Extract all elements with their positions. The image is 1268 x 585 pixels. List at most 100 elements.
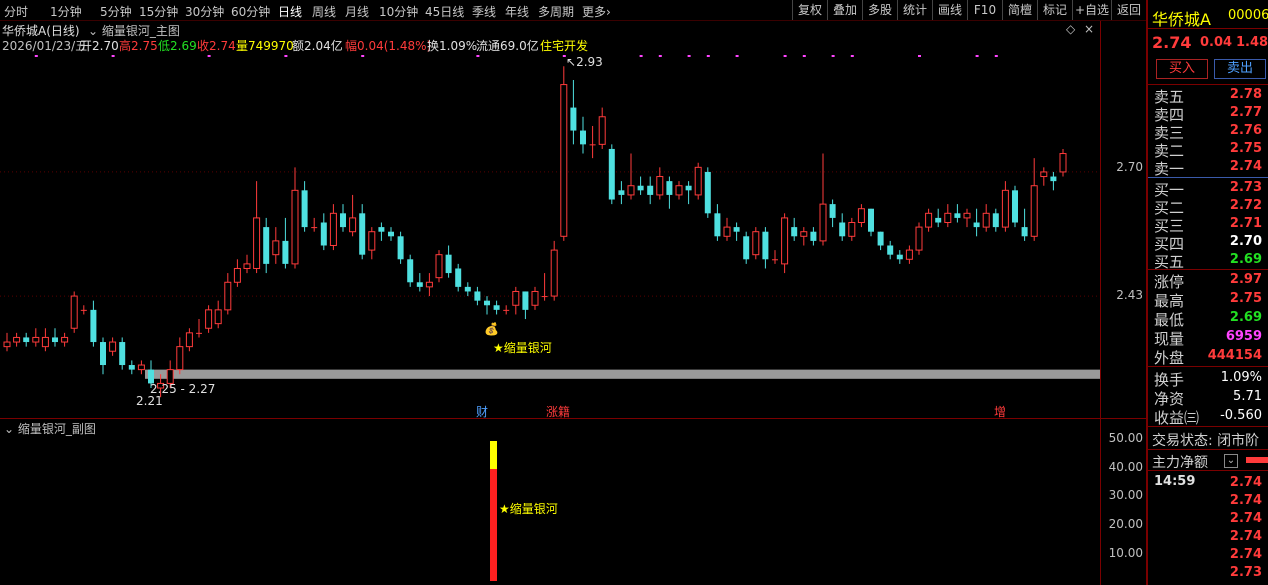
fq-button[interactable]: 复权 [792, 0, 827, 20]
candle[interactable] [474, 286, 481, 306]
candle[interactable] [839, 213, 846, 241]
candle[interactable] [935, 208, 942, 228]
overlay-button[interactable]: 叠加 [827, 0, 862, 20]
candle[interactable] [1059, 148, 1067, 177]
candle[interactable] [185, 328, 193, 352]
candle[interactable] [627, 153, 635, 200]
candle[interactable] [868, 208, 874, 237]
candle[interactable] [675, 181, 683, 200]
candle[interactable] [80, 305, 87, 315]
candle[interactable] [819, 153, 827, 246]
period-tab[interactable]: 多周期 [538, 3, 574, 20]
candle[interactable] [397, 231, 404, 264]
candle[interactable] [224, 273, 232, 315]
candle[interactable] [570, 79, 577, 145]
candle[interactable] [896, 250, 903, 264]
candle[interactable] [925, 208, 933, 232]
candle[interactable] [887, 240, 894, 260]
candle[interactable] [944, 204, 952, 228]
candle[interactable] [320, 213, 327, 251]
close-icon[interactable]: × [1084, 22, 1094, 36]
stats-button[interactable]: 统计 [897, 0, 932, 20]
candle[interactable] [637, 176, 644, 195]
candle[interactable] [752, 227, 760, 260]
candle[interactable] [349, 194, 357, 237]
buy-button[interactable]: 买入 [1156, 59, 1208, 79]
candle[interactable] [282, 217, 289, 269]
candle[interactable] [781, 213, 789, 274]
candle[interactable] [685, 181, 692, 205]
candle[interactable] [311, 217, 318, 232]
candle[interactable] [848, 217, 856, 241]
candle[interactable] [829, 199, 836, 228]
period-tab[interactable]: 周线 [312, 3, 336, 20]
candle[interactable] [52, 328, 58, 347]
candle[interactable] [32, 328, 40, 347]
candle[interactable] [205, 305, 213, 333]
candle[interactable] [233, 259, 241, 287]
sell-button[interactable]: 卖出 [1214, 59, 1266, 79]
candle[interactable] [550, 240, 558, 301]
candle[interactable] [340, 204, 346, 232]
candle[interactable] [877, 231, 884, 251]
period-tab[interactable]: 1分钟 [50, 3, 82, 20]
chevron-down-icon[interactable]: ⌄ [1224, 454, 1238, 468]
candle[interactable] [694, 162, 702, 200]
candle[interactable] [359, 204, 366, 260]
candle[interactable] [214, 300, 222, 329]
candle[interactable] [618, 181, 625, 205]
candle[interactable] [743, 231, 750, 264]
candle[interactable] [61, 332, 69, 347]
candle[interactable] [41, 328, 49, 352]
candle[interactable] [772, 250, 778, 264]
candle[interactable] [445, 245, 452, 278]
candle[interactable] [100, 337, 106, 375]
candle[interactable] [963, 208, 971, 228]
candle[interactable] [580, 116, 586, 154]
mark-button[interactable]: 标记 [1037, 0, 1072, 20]
candle[interactable] [647, 176, 654, 205]
candlestick-chart[interactable] [0, 21, 1100, 418]
candle[interactable] [253, 181, 261, 274]
candle[interactable] [329, 204, 337, 251]
candle[interactable] [272, 227, 280, 264]
candle[interactable] [1030, 158, 1038, 241]
period-tab[interactable]: 15分钟 [139, 3, 178, 20]
sub-indicator-dropdown[interactable]: ⌄ 缩量银河_副图 [4, 420, 96, 437]
candle[interactable] [109, 337, 117, 356]
f10-button[interactable]: F10 [967, 0, 1002, 20]
candle[interactable] [1001, 181, 1009, 232]
candle[interactable] [1012, 185, 1018, 228]
candle[interactable] [263, 217, 270, 274]
candle[interactable] [791, 217, 798, 241]
candle[interactable] [503, 305, 510, 315]
add-watchlist-button[interactable]: +自选 [1072, 0, 1111, 20]
candle[interactable] [378, 222, 385, 241]
brief-button[interactable]: 简檀 [1002, 0, 1037, 20]
candle[interactable] [3, 332, 11, 352]
candle[interactable] [455, 263, 462, 292]
candle[interactable] [512, 286, 520, 315]
candle[interactable] [992, 208, 999, 232]
candle[interactable] [119, 337, 126, 370]
period-tab[interactable]: 月线 [345, 3, 369, 20]
candle[interactable] [301, 181, 308, 232]
more-menu[interactable]: 更多› [582, 3, 611, 20]
candle[interactable] [407, 254, 414, 287]
candle[interactable] [982, 204, 990, 232]
period-tab-active[interactable]: 日线 [278, 3, 302, 20]
candle[interactable] [723, 217, 731, 241]
candle[interactable] [137, 360, 145, 375]
candle[interactable] [291, 167, 299, 269]
candle[interactable] [368, 227, 376, 260]
multi-stock-button[interactable]: 多股 [862, 0, 897, 20]
candle[interactable] [589, 125, 596, 159]
candle[interactable] [416, 273, 423, 292]
candle[interactable] [1050, 171, 1057, 191]
candle[interactable] [666, 176, 673, 209]
candle[interactable] [1040, 167, 1048, 186]
candle[interactable] [973, 208, 980, 237]
candle[interactable] [243, 254, 251, 274]
period-tab[interactable]: 5分钟 [100, 3, 132, 20]
candle[interactable] [598, 107, 606, 149]
